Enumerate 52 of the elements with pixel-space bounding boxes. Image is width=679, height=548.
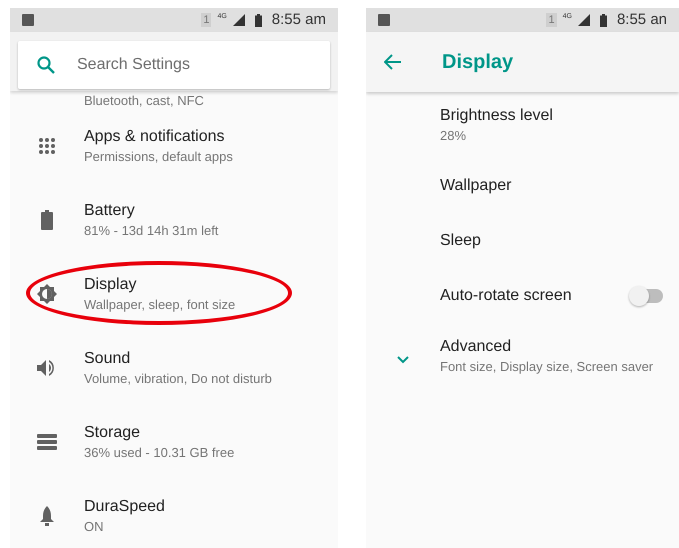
item-subtitle: 36% used - 10.31 GB free [84, 444, 234, 462]
settings-item[interactable]: Storage 36% used - 10.31 GB free [10, 405, 338, 479]
settings-item[interactable]: Display Wallpaper, sleep, font size [10, 257, 338, 331]
settings-item[interactable]: Sleep [366, 213, 679, 268]
item-subtitle: Wallpaper, sleep, font size [84, 296, 236, 314]
clock: 8:55 am [272, 10, 326, 30]
clock: 8:55 an [616, 10, 667, 30]
item-title: Sleep [440, 231, 482, 251]
sim-indicator: 1 [201, 13, 212, 27]
search-icon [37, 56, 55, 74]
settings-item[interactable]: Brightness level 28% [366, 92, 679, 158]
item-subtitle: 28% [440, 126, 468, 144]
toggle-switch[interactable] [629, 286, 665, 306]
item-subtitle: 81% - 13d 14h 31m left [84, 222, 218, 240]
item-title: Advanced [440, 336, 512, 356]
settings-item[interactable]: Battery 81% - 13d 14h 31m left [10, 183, 338, 257]
item-title: Brightness level [440, 106, 554, 126]
settings-item[interactable]: Sound Volume, vibration, Do not disturb [10, 331, 338, 405]
signal-icon [232, 14, 245, 26]
item-title: Display [84, 274, 138, 294]
item-subtitle: Volume, vibration, Do not disturb [84, 370, 272, 388]
image-notification-icon [22, 14, 34, 26]
settings-item[interactable]: DuraSpeed ON [10, 479, 338, 548]
battery-icon [600, 14, 607, 26]
item-subtitle: Font size, Display size, Screen saver [440, 358, 654, 376]
storage-icon [37, 434, 57, 450]
settings-item[interactable]: Advanced Font size, Display size, Screen saver [366, 323, 679, 389]
settings-item[interactable]: Apps & notifications Permissions, default apps [10, 109, 338, 183]
item-title: Auto-rotate screen [440, 286, 573, 306]
signal-icon [578, 14, 590, 26]
item-title: Wallpaper [440, 176, 512, 196]
sim-indicator: 1 [546, 13, 557, 27]
grid-icon [38, 137, 56, 155]
image-notification-icon [378, 14, 390, 26]
battery-icon [41, 210, 53, 230]
back-button[interactable] [384, 52, 404, 72]
screen-title: Display [442, 50, 514, 75]
item-title: DuraSpeed [84, 496, 165, 516]
brightness-icon [37, 284, 57, 304]
item-title: Apps & notifications [84, 126, 226, 146]
item-title: Storage [84, 422, 142, 442]
item-subtitle: Bluetooth, cast, NFC [83, 92, 205, 109]
speaker-icon [37, 359, 57, 377]
rocket-icon [40, 506, 54, 526]
battery-icon [254, 14, 262, 26]
item-title: Battery [84, 200, 136, 220]
item-subtitle: Permissions, default apps [84, 148, 233, 166]
settings-item[interactable]: Auto-rotate screen [366, 268, 679, 323]
item-title: Sound [84, 348, 132, 368]
search-field[interactable]: Search Settings [18, 41, 330, 89]
item-subtitle: ON [84, 518, 104, 536]
settings-item[interactable]: Wallpaper [366, 158, 679, 213]
